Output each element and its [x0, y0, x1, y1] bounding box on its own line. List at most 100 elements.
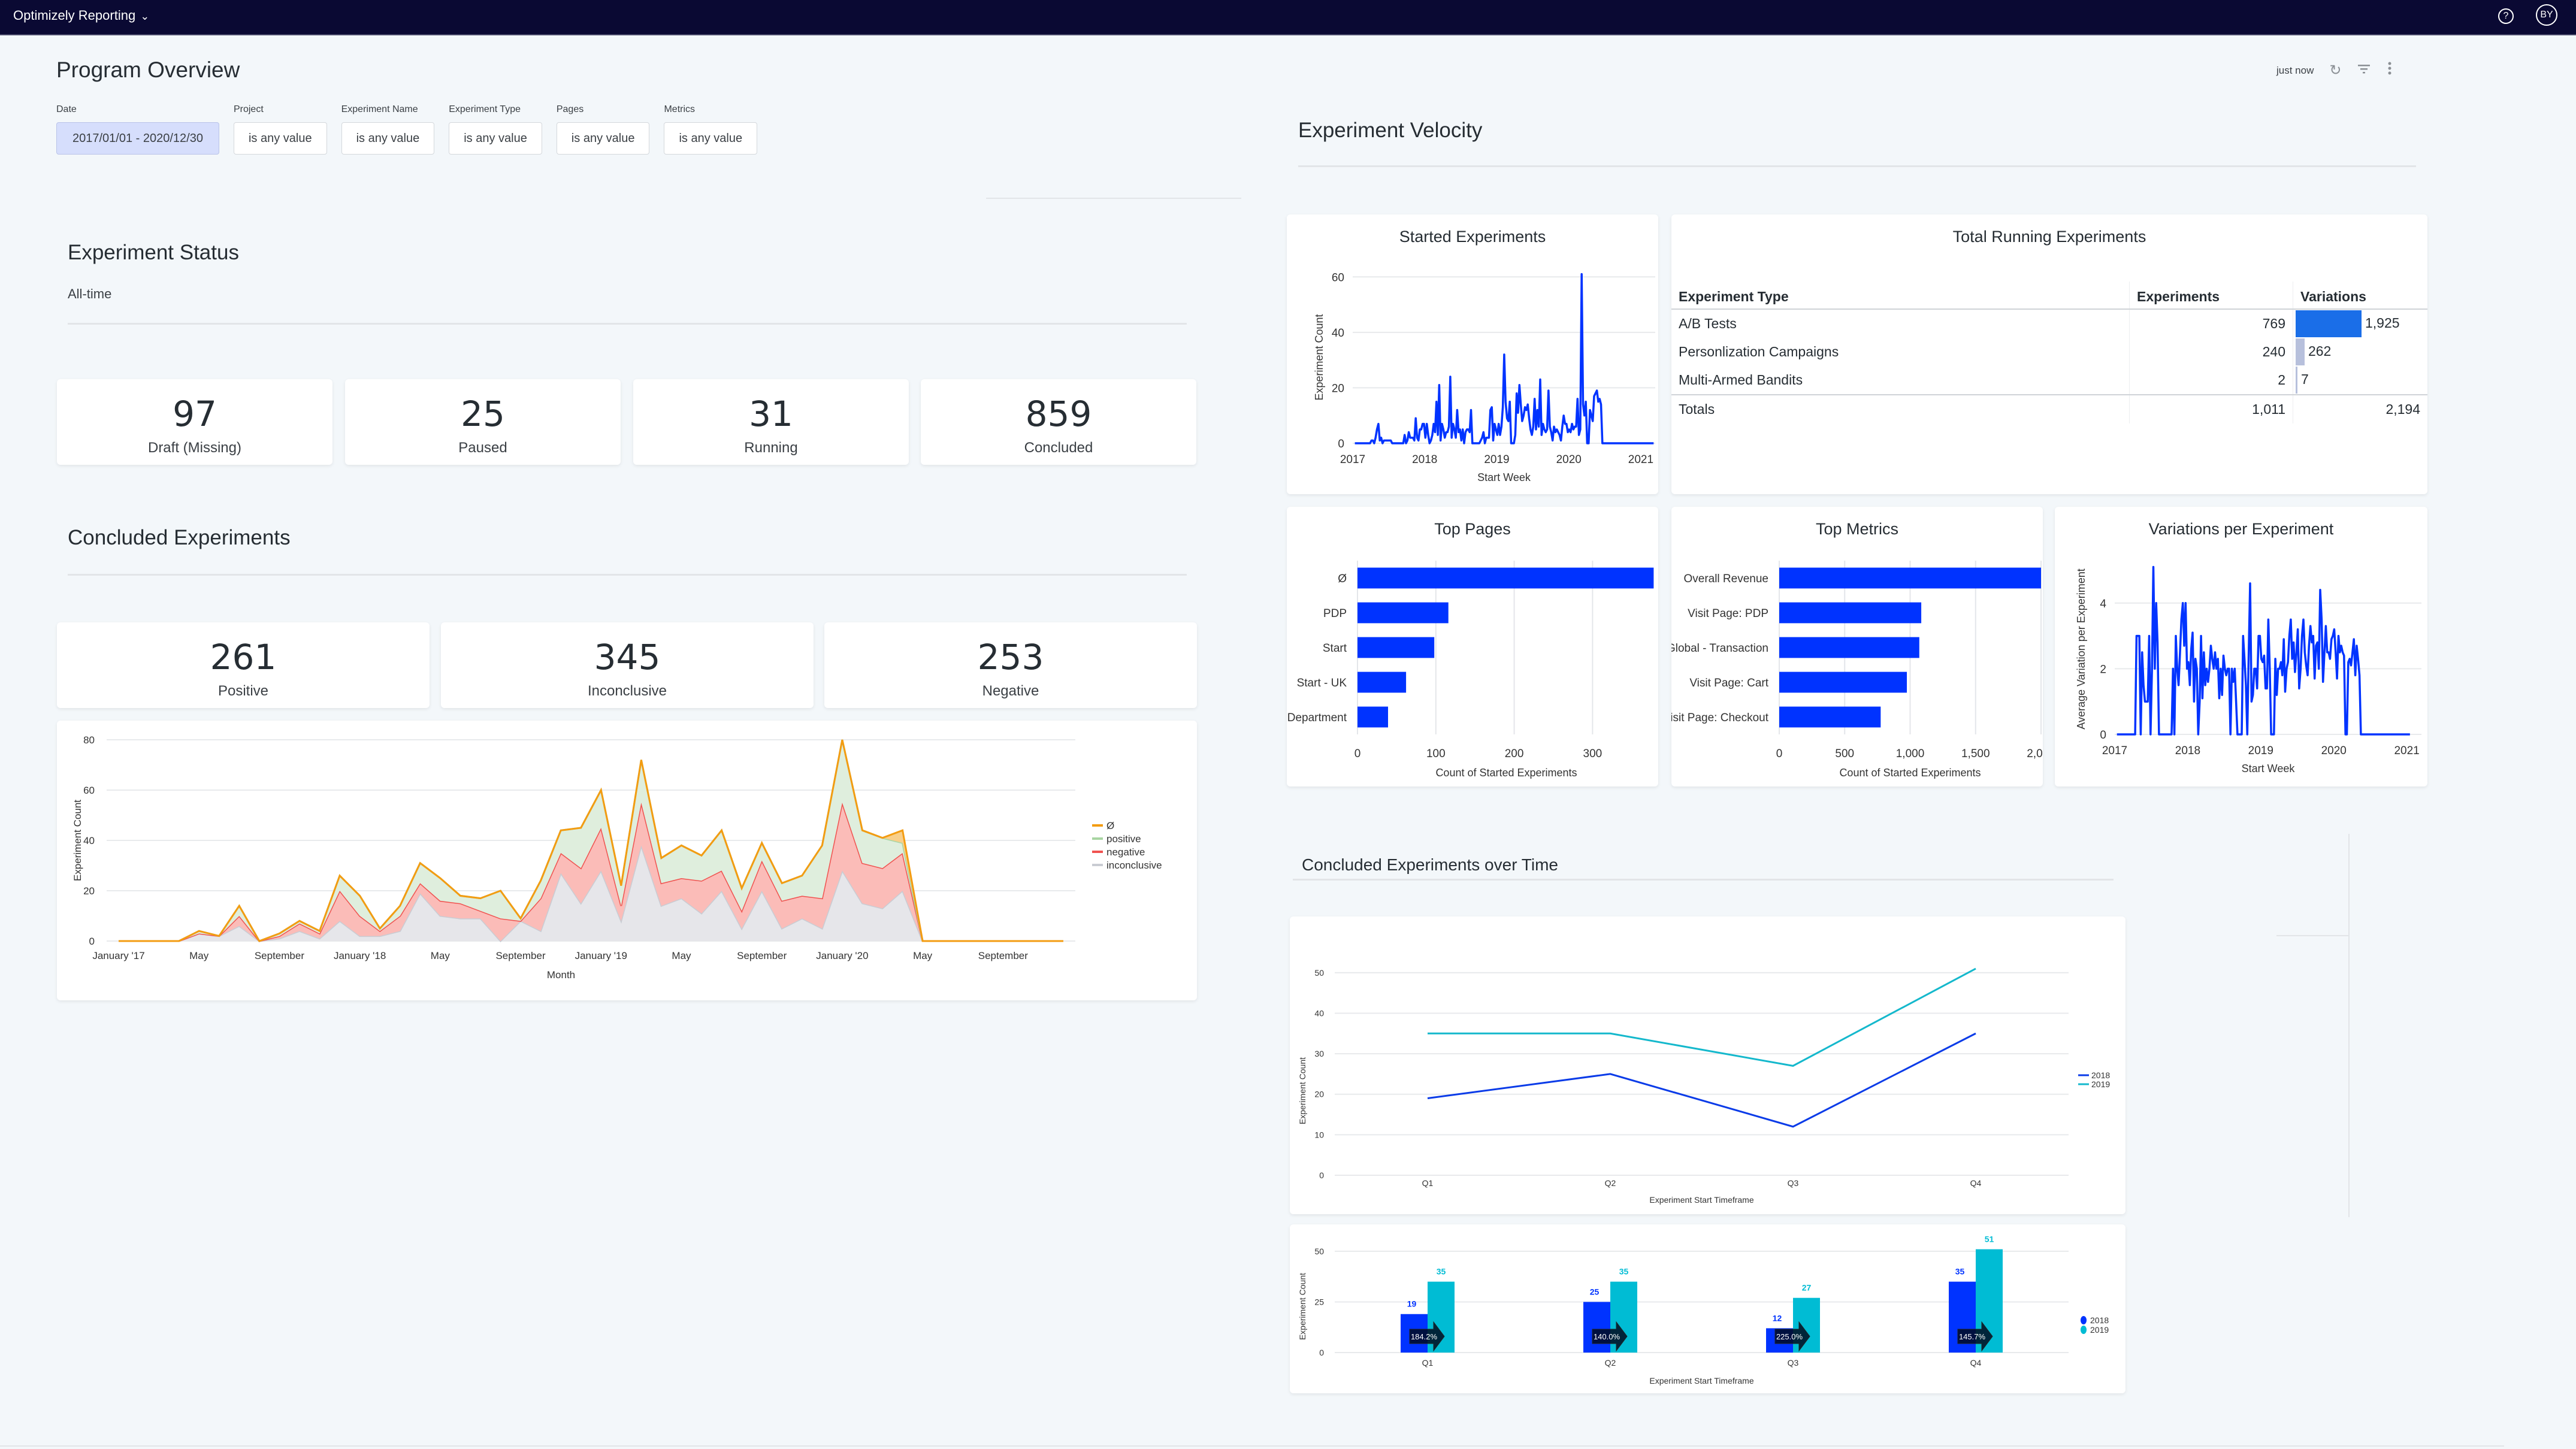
filter-pages: Pages is any value: [556, 104, 650, 155]
chart-title: Total Running Experiments: [1952, 228, 2146, 246]
y-tick-label: 40: [1332, 327, 1344, 340]
legend-swatch: [2081, 1316, 2087, 1324]
y-tick-label: 20: [1332, 382, 1344, 395]
x-tick-label: Q2: [1605, 1178, 1616, 1188]
filter-icon[interactable]: [2357, 62, 2371, 79]
column-header[interactable]: Experiments: [2129, 282, 2293, 310]
variations-bar: [2296, 367, 2297, 394]
bar: [1357, 637, 1435, 658]
column-header[interactable]: Variations: [2293, 282, 2427, 310]
change-annotation: 225.0%: [1776, 1332, 1803, 1341]
totals-label: Totals: [1671, 394, 2130, 423]
kpi-paused: 25 Paused: [345, 379, 621, 465]
y-tick-label: 0: [1319, 1170, 1324, 1180]
x-tick-label: September: [255, 950, 304, 961]
divider: [986, 198, 1241, 199]
top-nav-bar: Optimizely Reporting ⌄ ? BY: [0, 0, 2576, 35]
x-tick-label: January '20: [816, 950, 868, 961]
last-refreshed: just now: [2276, 64, 2314, 76]
series-line-2019: [1428, 967, 1976, 1067]
variations-value: 7: [2301, 371, 2309, 387]
filter-metrics: Metrics is any value: [664, 104, 758, 155]
data-label: 51: [1985, 1235, 1994, 1244]
filter-bar: Date 2017/01/01 - 2020/12/30 Project is …: [56, 104, 758, 155]
y-axis-label: Experiment Count: [1313, 314, 1325, 400]
y-tick-label: 30: [1314, 1049, 1324, 1058]
more-vertical-icon[interactable]: [2387, 61, 2393, 80]
top-pages-chart: 0 100 200 300 Count of Started Experiments Ø P…: [1287, 561, 1654, 779]
table-row[interactable]: Personlization Campaigns 240 262: [1671, 338, 2427, 366]
legend-label: 2019: [2090, 1325, 2109, 1335]
divider: [68, 574, 1187, 576]
user-avatar[interactable]: BY: [2536, 4, 2557, 26]
change-annotation: 145.7%: [1959, 1332, 1986, 1341]
x-axis-label: Experiment Start Timeframe: [1649, 1376, 1753, 1386]
x-tick-label: 0: [1776, 748, 1783, 760]
category-label: Start - UK: [1297, 677, 1347, 689]
chevron-down-icon: ⌄: [140, 10, 150, 22]
kpi-label: Running: [744, 440, 798, 456]
x-tick-label: 100: [1426, 748, 1446, 760]
page-title: Program Overview: [56, 58, 240, 82]
date-filter-input[interactable]: 2017/01/01 - 2020/12/30: [56, 122, 219, 155]
refresh-icon[interactable]: ↻: [2329, 62, 2341, 79]
x-tick-label: May: [913, 950, 933, 961]
concluded-over-time-line-card: 0 10 20 30 40 50 Q1 Q2 Q3 Q4 Experiment Start Time…: [1290, 916, 2125, 1214]
bar: [1357, 671, 1407, 693]
help-circle-icon[interactable]: ?: [2498, 8, 2514, 24]
totals-variations: 2,194: [2293, 394, 2427, 423]
bar: [1357, 602, 1449, 624]
filter-project: Project is any value: [233, 104, 327, 155]
project-filter-input[interactable]: is any value: [233, 122, 327, 155]
divider: [2276, 935, 2348, 936]
concluded-over-time-bar-card: 0 25 50 Q1 19 35 184.2% Q2 25 35 140.0% Q3 12 27 225.0…: [1290, 1224, 2125, 1393]
experiments-cell: 769: [2129, 309, 2293, 338]
pages-filter-input[interactable]: is any value: [556, 122, 650, 155]
started-experiments-chart: 0 20 40 60 2017 2018 2019 2020 2021 Start Week Exp…: [1313, 271, 1655, 483]
x-tick-label: January '19: [575, 950, 627, 961]
metrics-filter-input[interactable]: is any value: [664, 122, 758, 155]
kpi-draft: 97 Draft (Missing): [57, 379, 332, 465]
y-axis-label: Experiment Count: [1298, 1057, 1307, 1124]
kpi-value: 261: [210, 637, 277, 677]
filter-date: Date 2017/01/01 - 2020/12/30: [56, 104, 219, 155]
y-tick-label: 20: [1314, 1090, 1324, 1099]
x-tick-label: September: [495, 950, 545, 961]
x-tick-label: 2021: [2394, 745, 2419, 757]
y-tick-label: 20: [83, 885, 95, 897]
data-label: 27: [1802, 1283, 1812, 1293]
totals-experiments: 1,011: [2129, 394, 2293, 423]
bar: [1357, 567, 1654, 589]
experiment-name-filter-input[interactable]: is any value: [341, 122, 435, 155]
experiment-type-filter-input[interactable]: is any value: [449, 122, 542, 155]
started-experiments-card: Started Experiments 0 20 40 60 2017 2018 2019 2…: [1287, 214, 1658, 494]
variations-bar: [2296, 310, 2362, 337]
table-row[interactable]: Multi-Armed Bandits 2 7: [1671, 366, 2427, 395]
x-tick-label: Q3: [1788, 1358, 1799, 1368]
x-tick-label: 2019: [1484, 453, 1509, 466]
filter-label: Date: [56, 104, 77, 114]
table-row[interactable]: A/B Tests 769 1,925: [1671, 309, 2427, 338]
variations-value: 1,925: [2365, 314, 2400, 331]
x-tick-label: 2018: [1412, 453, 1437, 466]
app-switcher[interactable]: Optimizely Reporting ⌄: [13, 8, 149, 23]
x-tick-label: Q4: [1970, 1358, 1982, 1368]
category-label: Visit Page: Cart: [1689, 677, 1768, 689]
data-label: 19: [1407, 1299, 1417, 1309]
column-header[interactable]: Experiment Type: [1671, 282, 2130, 310]
divider: [1293, 879, 2114, 881]
y-tick-label: 50: [1314, 1247, 1324, 1256]
series-line: [2117, 565, 2410, 736]
experiment-status-title: Experiment Status: [68, 241, 239, 264]
experiments-cell: 240: [2129, 338, 2293, 366]
x-tick-label: 1,000: [1896, 748, 1925, 760]
divider: [1298, 165, 2416, 167]
data-label: 35: [1955, 1267, 1965, 1276]
legend-swatch: [2081, 1326, 2087, 1334]
kpi-value: 25: [461, 394, 505, 434]
x-tick-label: 2019: [2248, 745, 2273, 757]
legend-label: inconclusive: [1106, 860, 1162, 871]
change-annotation: 140.0%: [1594, 1332, 1620, 1341]
table-header-row: Experiment Type Experiments Variations: [1671, 282, 2427, 310]
legend-label: negative: [1106, 846, 1145, 858]
